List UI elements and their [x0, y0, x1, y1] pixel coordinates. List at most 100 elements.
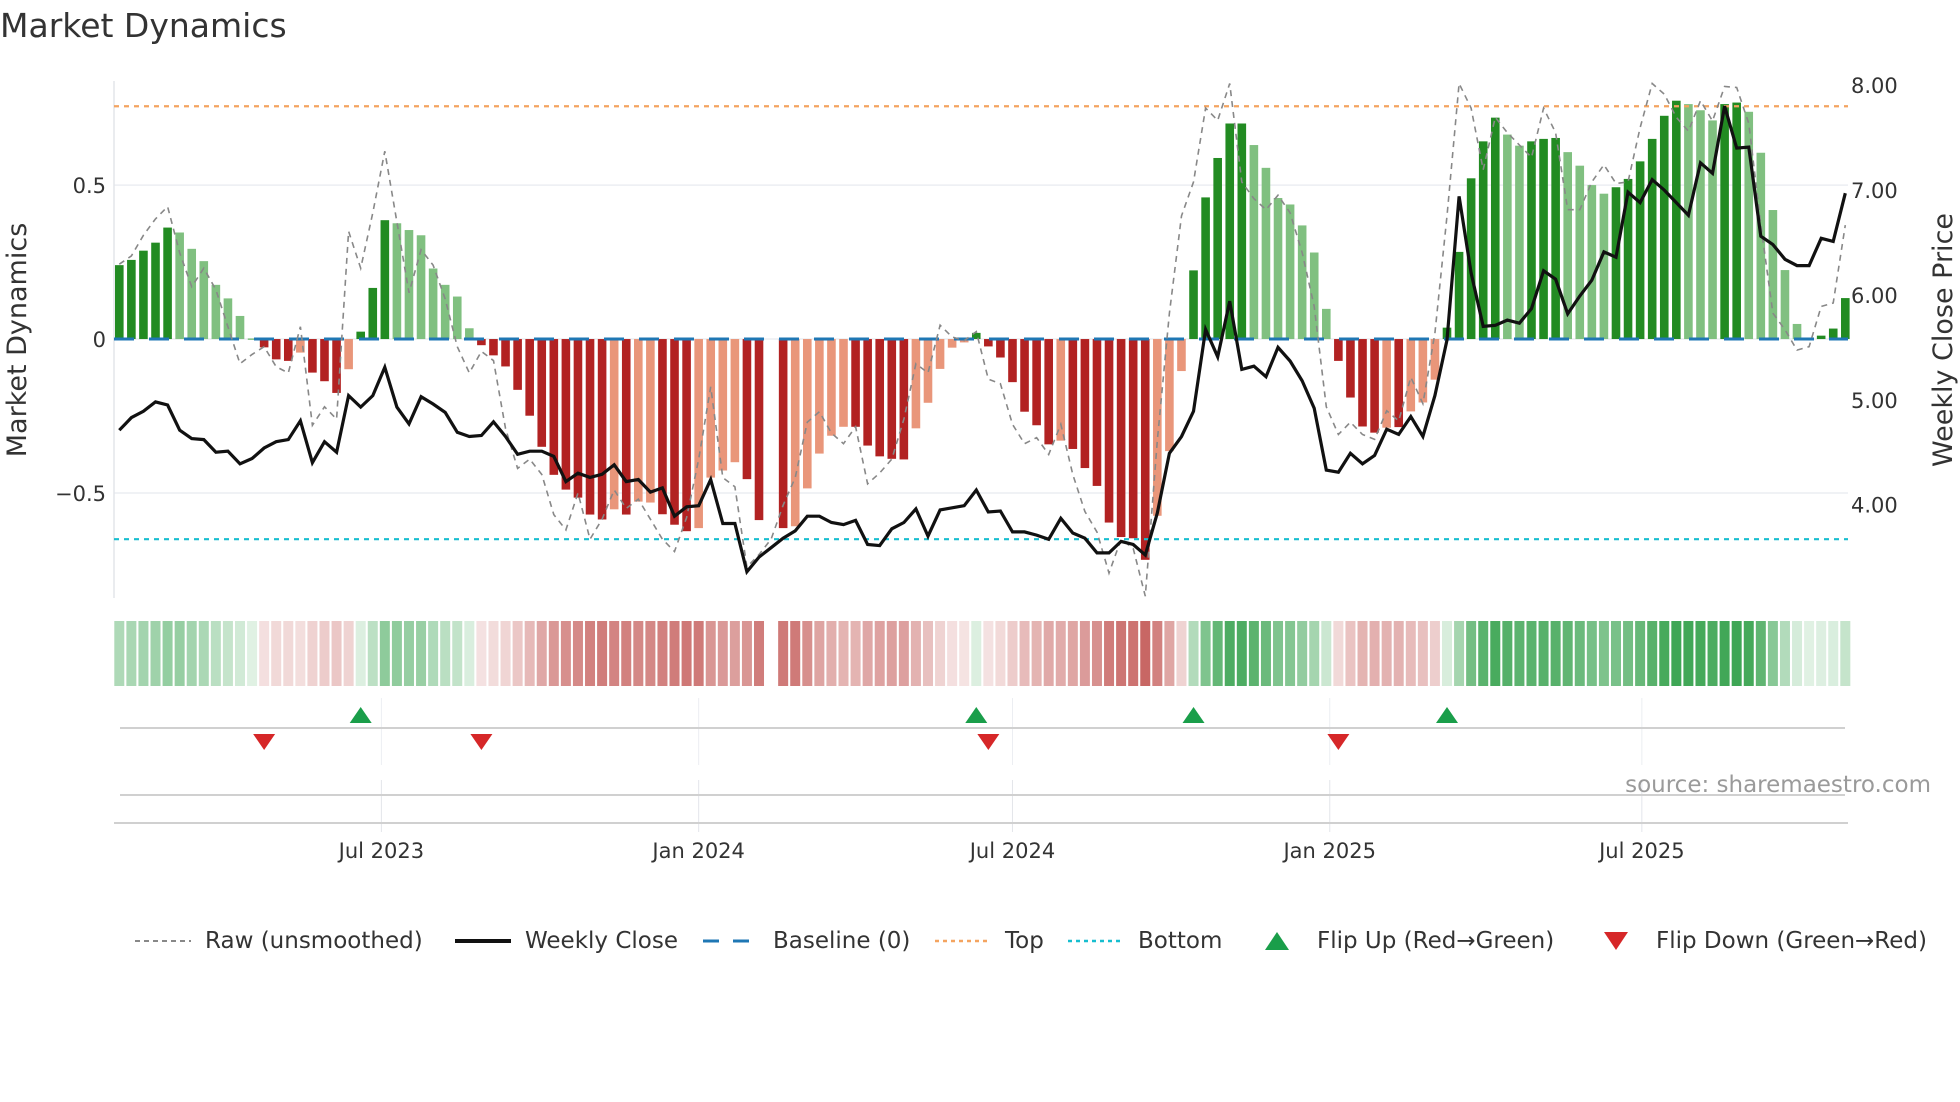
- heat-cell: [1526, 621, 1537, 686]
- heat-cell: [1381, 621, 1392, 686]
- dynamics-bar: [380, 220, 390, 340]
- dynamics-bar: [537, 339, 547, 447]
- heat-cell: [1550, 621, 1561, 686]
- heat-cell: [729, 621, 740, 686]
- heat-cell: [1490, 621, 1501, 686]
- dynamics-bar: [115, 265, 124, 340]
- heat-cell: [1743, 621, 1754, 686]
- heat-cell: [1212, 621, 1223, 686]
- heat-cell: [1562, 621, 1573, 686]
- x-tick-label: Jul 2024: [968, 839, 1055, 863]
- dynamics-bar: [1575, 165, 1585, 340]
- x-tick-label: Jul 2023: [337, 839, 424, 863]
- dotted-line-icon: [935, 939, 991, 943]
- heat-cell: [1586, 621, 1597, 686]
- heat-cell: [1393, 621, 1404, 686]
- heat-cell: [1248, 621, 1259, 686]
- dynamics-bar: [1587, 185, 1597, 340]
- x-axis-ticks: Jul 2023 Jan 2024 Jul 2024 Jan 2025 Jul 2025: [337, 839, 1685, 863]
- dynamics-bar: [1515, 145, 1524, 340]
- triangle-up-icon: [1265, 932, 1289, 950]
- dynamics-bar: [561, 339, 571, 490]
- dynamics-bar: [308, 339, 317, 373]
- dynamics-bar: [597, 339, 607, 520]
- heat-cell: [693, 621, 704, 686]
- heat-cell: [1285, 621, 1296, 686]
- dynamics-bar: [1382, 339, 1391, 428]
- dynamics-bar: [489, 339, 498, 356]
- dynamics-bar: [223, 298, 233, 340]
- heat-cell: [1598, 621, 1609, 686]
- dynamics-bar: [1635, 161, 1645, 340]
- legend-label: Baseline (0): [773, 928, 911, 954]
- heat-cell: [862, 621, 873, 686]
- x-tick-label: Jul 2025: [1597, 839, 1684, 863]
- heat-cell: [633, 621, 644, 686]
- heat-cell: [1128, 621, 1139, 686]
- heat-strip: [114, 621, 1851, 686]
- dynamics-bar: [1539, 138, 1548, 340]
- dynamics-bar: [428, 268, 438, 340]
- heat-cell: [548, 621, 559, 686]
- legend-flip-down: Flip Down (Green→Red): [1602, 924, 1927, 958]
- dynamics-bar: [585, 339, 595, 515]
- dotted-line-icon: [1068, 939, 1124, 943]
- dynamics-bar: [235, 315, 245, 340]
- heat-cell: [1007, 621, 1018, 686]
- dynamics-bar: [1816, 335, 1826, 340]
- flip-up-marker: [965, 707, 988, 723]
- heat-cell: [1236, 621, 1247, 686]
- flip-up-marker: [1436, 707, 1458, 723]
- heat-cell: [717, 621, 728, 686]
- heat-cell: [838, 621, 849, 686]
- dynamics-bar: [996, 339, 1005, 358]
- heat-cell: [935, 621, 946, 686]
- y-tick-label-right: 6.00: [1851, 284, 1898, 308]
- heat-cell: [403, 621, 414, 686]
- heat-cell: [1659, 621, 1670, 686]
- heat-cell: [1466, 621, 1477, 686]
- heat-cell: [379, 621, 390, 686]
- y-axis-ticks: 0.5 0 −0.5 8.00 7.00 6.00 5.00 4.00: [55, 74, 1898, 517]
- heat-cell: [1091, 621, 1102, 686]
- dynamics-bar: [1128, 339, 1138, 539]
- heat-cell: [452, 621, 463, 686]
- dynamics-bar: [1177, 339, 1186, 372]
- dynamics-bar: [839, 339, 848, 427]
- dynamics-bar: [1841, 298, 1850, 340]
- dynamics-bar: [163, 227, 172, 340]
- dynamics-bar: [1490, 117, 1500, 340]
- heat-cell: [1019, 621, 1030, 686]
- dynamics-bar: [887, 339, 897, 459]
- heat-cell: [1695, 621, 1706, 686]
- heat-cell: [1478, 621, 1489, 686]
- heat-cell: [210, 621, 221, 686]
- heat-cell: [1043, 621, 1054, 686]
- dynamics-bar: [899, 339, 909, 460]
- flip-down-marker: [253, 734, 276, 750]
- heat-cell: [259, 621, 270, 686]
- dynamics-bar: [682, 339, 691, 532]
- heat-cell: [1200, 621, 1211, 686]
- dynamics-bar: [670, 339, 679, 525]
- dynamics-bar: [452, 296, 462, 340]
- dynamics-bar: [392, 223, 402, 340]
- heat-cell: [464, 621, 475, 686]
- legend-label: Weekly Close: [525, 928, 678, 954]
- dynamics-bar: [501, 339, 510, 367]
- heat-cell: [1671, 621, 1682, 686]
- heat-cell: [476, 621, 487, 686]
- dynamics-bar: [621, 339, 631, 515]
- dynamics-bar: [1201, 197, 1210, 340]
- heat-cell: [910, 621, 921, 686]
- legend-label: Bottom: [1138, 928, 1223, 954]
- dynamics-bar: [1430, 339, 1440, 380]
- heat-cell: [174, 621, 185, 686]
- flip-down-marker: [470, 734, 493, 750]
- heat-cell: [621, 621, 632, 686]
- heat-cell: [536, 621, 547, 686]
- dynamics-bar: [634, 339, 643, 502]
- heat-cell: [1683, 621, 1694, 686]
- legend-bottom: Bottom: [1068, 924, 1222, 958]
- dynamics-bar: [730, 339, 740, 463]
